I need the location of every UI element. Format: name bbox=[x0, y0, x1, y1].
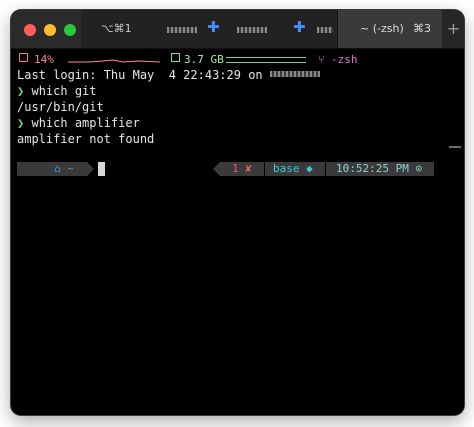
tab-3[interactable]: ~ (-zsh) ⌘3 bbox=[338, 10, 442, 48]
prompt-time: 10:52:25 PM ⊙ bbox=[326, 162, 434, 176]
plus-icon: ✚ bbox=[207, 18, 220, 36]
close-window-button[interactable] bbox=[24, 24, 36, 36]
redacted-text bbox=[317, 27, 333, 33]
memory-usage: 3.7 GB bbox=[184, 53, 224, 66]
minimize-window-button[interactable] bbox=[44, 24, 56, 36]
prompt-arrow-icon: ❯ bbox=[17, 116, 25, 130]
redacted-text bbox=[237, 27, 267, 33]
segment-arrow bbox=[213, 162, 220, 176]
exit-status: 1 ✘ bbox=[220, 162, 264, 176]
tab-1[interactable]: ⌥⌘1 ✚ ✚ bbox=[81, 10, 338, 48]
segment-arrow bbox=[87, 162, 94, 176]
tab-3-shortcut: ⌘3 bbox=[413, 22, 431, 35]
shell-name: -zsh bbox=[331, 53, 358, 66]
memory-icon bbox=[171, 53, 180, 62]
zoom-window-button[interactable] bbox=[64, 24, 76, 36]
scrollbar[interactable] bbox=[449, 146, 461, 148]
redacted-text bbox=[269, 71, 320, 77]
new-tab-button[interactable]: + bbox=[443, 10, 464, 48]
tab-3-title: ~ (-zsh) bbox=[360, 22, 404, 35]
cpu-graph bbox=[68, 59, 160, 63]
tab-1-shortcut: ⌥⌘1 bbox=[101, 22, 132, 35]
redacted-text bbox=[167, 27, 197, 33]
plus-icon: ✚ bbox=[293, 18, 306, 36]
memory-bar bbox=[226, 57, 306, 63]
cpu-usage: 14% bbox=[34, 53, 54, 66]
status-bar: 14% 3.7 GB ⑂ -zsh bbox=[11, 49, 464, 69]
cpu-icon bbox=[19, 53, 28, 62]
prompt-bar: ⌂ ~ 1 ✘ base ◆ 10:52:25 PM ⊙ bbox=[17, 162, 457, 176]
home-directory: ⌂ ~ bbox=[41, 162, 87, 176]
terminal-window: ⌥⌘1 ✚ ✚ ~ (-zsh) ⌘3 + 14% 3.7 GB ⑂ -zsh … bbox=[11, 10, 464, 415]
prompt-arrow-icon: ❯ bbox=[17, 84, 25, 98]
terminal-line: ❯ which amplifier bbox=[17, 116, 140, 130]
terminal-line: Last login: Thu May 4 22:43:29 on bbox=[17, 67, 320, 83]
terminal-line: ❯ which git bbox=[17, 84, 97, 98]
conda-env: base ◆ bbox=[265, 162, 325, 176]
git-branch-icon: ⑂ bbox=[318, 53, 325, 66]
terminal-line: amplifier not found bbox=[17, 132, 155, 146]
terminal-line: /usr/bin/git bbox=[17, 100, 104, 114]
text-cursor[interactable] bbox=[98, 162, 105, 176]
apple-icon bbox=[17, 162, 41, 176]
title-bar: ⌥⌘1 ✚ ✚ ~ (-zsh) ⌘3 + bbox=[11, 10, 464, 49]
